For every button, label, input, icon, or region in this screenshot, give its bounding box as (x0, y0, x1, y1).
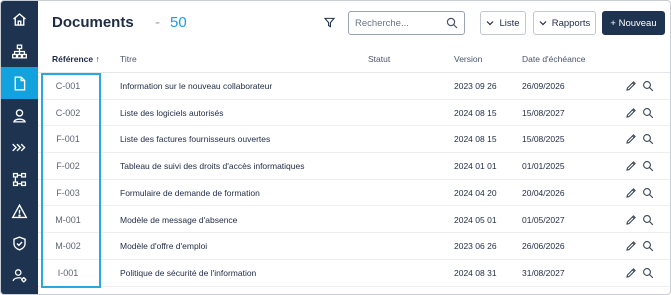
cell-echeance: 15/08/2025 (522, 134, 565, 145)
chevron-down-icon (539, 21, 547, 26)
table-row[interactable]: C-002 Liste des logiciels autorisés 2024… (38, 100, 670, 127)
user-icon (13, 108, 26, 123)
magnifier-icon[interactable] (642, 80, 654, 92)
cell-reference: I-001 (57, 267, 79, 278)
magnifier-icon[interactable] (642, 240, 654, 252)
sidebar-item-security[interactable] (1, 227, 38, 259)
new-document-button[interactable]: + Nouveau (602, 11, 665, 35)
liste-dropdown-button[interactable]: Liste (480, 11, 526, 35)
table-row[interactable]: M-001 Modèle de message d'absence 2024 0… (38, 207, 670, 234)
cell-reference: F-001 (56, 134, 80, 145)
sidebar-item-risks[interactable] (1, 195, 38, 227)
sidebar-item-structure[interactable] (1, 163, 38, 195)
cell-reference: M-001 (55, 214, 81, 225)
search-icon[interactable] (446, 17, 458, 29)
table-row[interactable]: F-002 Tableau de suivi des droits d'accè… (38, 153, 670, 180)
cell-version: 2024 01 01 (454, 161, 497, 172)
cell-version: 2024 04 20 (454, 187, 497, 198)
hierarchy-icon (12, 172, 27, 186)
pencil-icon[interactable] (625, 107, 637, 119)
cell-titre[interactable]: Tableau de suivi des droits d'accès info… (120, 161, 304, 171)
pencil-icon[interactable] (625, 187, 637, 199)
magnifier-icon[interactable] (642, 107, 654, 119)
pencil-icon[interactable] (625, 160, 637, 172)
nouveau-label: + Nouveau (610, 17, 657, 29)
table-row[interactable]: F-003 Formulaire de demande de formation… (38, 180, 670, 207)
chevron-down-icon (487, 21, 494, 26)
pencil-icon[interactable] (625, 133, 637, 145)
sidebar-item-organization[interactable] (1, 35, 38, 67)
pencil-icon[interactable] (625, 214, 637, 226)
filter-button[interactable] (322, 15, 336, 29)
column-header-version[interactable]: Version (454, 54, 482, 64)
cell-echeance: 31/08/2027 (522, 267, 565, 278)
home-icon (13, 12, 26, 26)
magnifier-icon[interactable] (642, 214, 654, 226)
pencil-icon[interactable] (625, 240, 637, 252)
cell-titre[interactable]: Modèle de message d'absence (120, 215, 237, 225)
search-field[interactable] (348, 11, 465, 35)
cell-version: 2024 08 31 (454, 267, 497, 278)
cell-titre[interactable]: Formulaire de demande de formation (120, 188, 260, 198)
document-count: 50 (170, 14, 187, 31)
cell-echeance: 01/05/2027 (522, 214, 565, 225)
cell-echeance: 15/08/2027 (522, 107, 565, 118)
pencil-icon[interactable] (625, 80, 637, 92)
magnifier-icon[interactable] (642, 133, 654, 145)
cell-version: 2024 08 15 (454, 134, 497, 145)
column-header-echeance[interactable]: Date d'échéance (522, 54, 586, 64)
column-header-statut[interactable]: Statut (368, 54, 390, 64)
cell-titre[interactable]: Liste des factures fournisseurs ouvertes (120, 134, 270, 144)
cell-version: 2023 06 26 (454, 241, 497, 252)
table-row[interactable]: C-001 Information sur le nouveau collabo… (38, 73, 670, 100)
sidebar-item-admin[interactable] (1, 259, 38, 291)
cell-echeance: 26/06/2026 (522, 241, 565, 252)
cell-version: 2024 08 15 (454, 107, 497, 118)
sidebar-item-processes[interactable] (1, 131, 38, 163)
cell-version: 2023 09 26 (454, 81, 497, 91)
cell-version: 2024 05 01 (454, 214, 497, 225)
sidebar (1, 1, 38, 294)
document-icon (14, 75, 26, 91)
warning-icon (11, 203, 28, 218)
process-chevrons-icon (12, 143, 26, 151)
magnifier-icon[interactable] (642, 267, 654, 279)
cell-titre[interactable]: Modèle d'offre d'emploi (120, 241, 207, 251)
cell-reference: F-002 (56, 161, 80, 172)
cell-reference: C-001 (55, 81, 81, 91)
table-row[interactable]: M-002 Modèle d'offre d'emploi 2023 06 26… (38, 233, 670, 260)
cell-titre[interactable]: Liste des logiciels autorisés (120, 108, 223, 118)
shield-check-icon (13, 235, 26, 251)
table-header: Référence ↑ Titre Statut Version Date d'… (38, 47, 670, 73)
table-row[interactable]: F-001 Liste des factures fournisseurs ou… (38, 126, 670, 154)
page-title: Documents (52, 14, 134, 31)
magnifier-icon[interactable] (642, 187, 654, 199)
org-chart-icon (12, 43, 27, 59)
sidebar-item-users[interactable] (1, 99, 38, 131)
filter-icon (323, 17, 335, 28)
rapports-dropdown-button[interactable]: Rapports (533, 11, 596, 35)
cell-titre[interactable]: Politique de sécurité de l'information (120, 268, 256, 278)
title-separator: - (155, 14, 160, 31)
cell-reference: M-002 (55, 241, 81, 252)
magnifier-icon[interactable] (642, 160, 654, 172)
column-header-reference[interactable]: Référence ↑ (52, 54, 100, 64)
liste-label: Liste (499, 17, 520, 29)
main-content: Documents - 50 Liste Rapports + Nouveau … (38, 1, 670, 294)
cell-echeance: 26/09/2026 (522, 81, 565, 91)
table-row[interactable]: I-001 Politique de sécurité de l'informa… (38, 260, 670, 287)
cell-reference: F-003 (56, 187, 80, 198)
sidebar-item-home[interactable] (1, 3, 38, 35)
column-header-titre[interactable]: Titre (120, 54, 137, 64)
app-window: Documents - 50 Liste Rapports + Nouveau … (0, 0, 671, 295)
pencil-icon[interactable] (625, 267, 637, 279)
cell-echeance: 20/04/2026 (522, 187, 565, 198)
cell-echeance: 01/01/2025 (522, 161, 565, 172)
sidebar-item-documents[interactable] (1, 67, 38, 99)
user-settings-icon (12, 268, 27, 282)
cell-titre[interactable]: Information sur le nouveau collaborateur (120, 81, 272, 91)
rapports-label: Rapports (551, 17, 591, 29)
search-input[interactable] (355, 15, 447, 31)
cell-reference: C-002 (55, 107, 81, 118)
